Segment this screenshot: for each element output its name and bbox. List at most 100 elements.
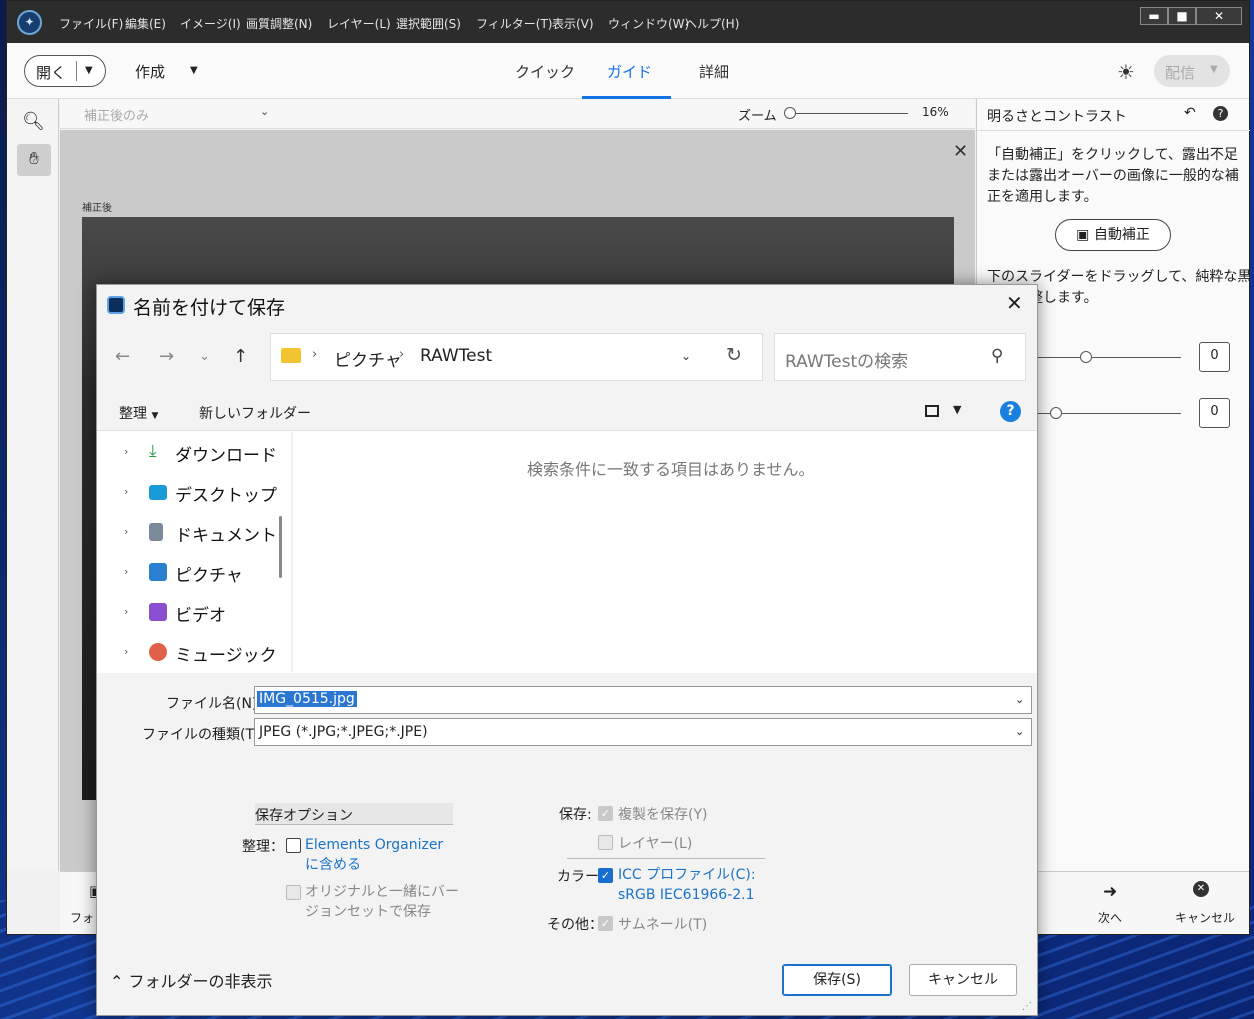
tab-guided[interactable]: ガイド	[607, 61, 652, 82]
search-icon[interactable]: ⚲	[991, 346, 1003, 366]
hand-tool-icon[interactable]: ✋︎	[17, 144, 51, 176]
chevron-right-icon[interactable]: ›	[124, 565, 128, 578]
slider-thumb-1[interactable]	[1080, 351, 1092, 363]
auto-fix-button[interactable]: ▣ 自動補正	[1055, 219, 1171, 251]
close-icon[interactable]: ✕	[953, 141, 968, 162]
nav-item-downloads[interactable]: › ⤓ ダウンロード	[97, 432, 291, 472]
slider-value-1[interactable]: 0	[1199, 342, 1230, 372]
command-bar: 整理 ▼ 新しいフォルダー ▼ ?	[97, 385, 1037, 431]
nav-item-label: ドキュメント	[175, 526, 277, 546]
auto-fix-icon: ▣	[1076, 227, 1094, 243]
menu-select[interactable]: 選択範囲(S)	[396, 15, 461, 32]
thumbnail-checkbox[interactable]: ✓	[598, 916, 613, 931]
menu-enhance[interactable]: 画質調整(N)	[246, 15, 312, 32]
tab-quick[interactable]: クイック	[515, 61, 575, 82]
arrow-right-icon[interactable]: ➜	[1103, 882, 1117, 902]
dialog-title: 名前を付けて保存	[133, 297, 286, 319]
up-arrow-icon[interactable]: ↑	[233, 346, 248, 367]
back-arrow-icon[interactable]: ←	[115, 346, 130, 367]
document-icon	[149, 523, 163, 541]
close-window-button[interactable]: ✕	[1196, 7, 1242, 25]
next-button[interactable]: 次へ	[1098, 909, 1122, 926]
dialog-cancel-button[interactable]: キャンセル	[909, 964, 1017, 996]
chevron-right-icon[interactable]: ›	[124, 645, 128, 658]
nav-scrollbar[interactable]	[279, 516, 282, 578]
resize-grip-icon[interactable]: ⋰	[1022, 1001, 1032, 1012]
zoom-slider-thumb[interactable]	[784, 107, 796, 119]
chevron-right-icon[interactable]: ›	[124, 485, 128, 498]
menu-file[interactable]: ファイル(F)	[59, 15, 123, 32]
video-icon	[149, 603, 167, 621]
chevron-down-icon[interactable]: ▼	[953, 403, 961, 416]
icc-profile-label[interactable]: ICC プロファイル(C): sRGB IEC61966-2.1	[618, 865, 778, 905]
desktop-icon	[149, 485, 167, 500]
share-label: 配信	[1165, 64, 1196, 82]
chevron-down-icon[interactable]: ▼	[85, 65, 93, 76]
cancel-icon[interactable]: ✕	[1193, 881, 1209, 897]
download-icon: ⤓	[149, 441, 157, 461]
cancel-button[interactable]: キャンセル	[1175, 909, 1235, 926]
breadcrumb-rawtest[interactable]: RAWTest	[420, 346, 492, 366]
breadcrumb-pictures[interactable]: ピクチャ	[334, 346, 402, 371]
refresh-icon[interactable]: ↻	[726, 344, 742, 366]
pane-divider[interactable]	[291, 432, 293, 672]
view-layout-icon[interactable]	[925, 405, 939, 417]
chevron-right-icon[interactable]: ›	[124, 605, 128, 618]
nav-item-pictures[interactable]: › ピクチャ	[97, 552, 291, 592]
help-icon[interactable]: ?	[1000, 401, 1021, 422]
organize-button[interactable]: 整理 ▼	[119, 403, 158, 423]
create-menu[interactable]: 作成	[135, 61, 165, 82]
brightness-theme-icon[interactable]: ☀	[1117, 60, 1135, 84]
chevron-down-icon[interactable]: ⌄	[1015, 725, 1024, 738]
chevron-right-icon[interactable]: ›	[124, 445, 128, 458]
path-bar[interactable]: › ピクチャ › RAWTest ⌄ ↻	[270, 333, 763, 381]
chevron-down-icon[interactable]: ⌄	[260, 105, 269, 118]
chevron-down-icon[interactable]: ▼	[190, 65, 198, 76]
menu-image[interactable]: イメージ(I)	[180, 15, 241, 32]
nav-item-videos[interactable]: › ビデオ	[97, 592, 291, 632]
zoom-slider-track[interactable]	[790, 113, 908, 114]
nav-item-music[interactable]: › ミュージック	[97, 632, 291, 672]
forward-arrow-icon[interactable]: →	[159, 346, 174, 367]
menu-layer[interactable]: レイヤー(L)	[327, 15, 391, 32]
nav-item-desktop[interactable]: › デスクトップ	[97, 472, 291, 512]
filetype-select[interactable]: JPEG (*.JPG;*.JPEG;*.JPE) ⌄	[254, 718, 1032, 746]
nav-item-documents[interactable]: › ドキュメント	[97, 512, 291, 552]
save-copy-checkbox[interactable]: ✓	[598, 806, 613, 821]
close-icon[interactable]: ✕	[1006, 291, 1023, 315]
reset-icon[interactable]: ↶	[1184, 105, 1196, 121]
chevron-right-icon[interactable]: ›	[124, 525, 128, 538]
app-logo-icon	[107, 296, 125, 314]
minimize-button[interactable]: ▬	[1140, 7, 1168, 25]
filename-value[interactable]: IMG_0515.jpg	[257, 691, 357, 707]
chevron-down-icon[interactable]: ⌄	[1015, 693, 1024, 706]
open-button[interactable]: 開く ▼	[24, 55, 106, 87]
maximize-button[interactable]: ■	[1168, 7, 1196, 25]
menu-edit[interactable]: 編集(E)	[125, 15, 166, 32]
icc-profile-checkbox[interactable]: ✓	[598, 868, 613, 883]
slider-value-2[interactable]: 0	[1199, 398, 1230, 428]
version-set-checkbox[interactable]	[286, 885, 301, 900]
recent-locations-icon[interactable]: ⌄	[199, 349, 210, 364]
chevron-right-icon[interactable]: ›	[399, 347, 404, 362]
organizer-checkbox[interactable]	[286, 838, 301, 853]
organizer-checkbox-label[interactable]: Elements Organizer に含める	[305, 835, 455, 875]
menu-view[interactable]: 表示(V)	[552, 15, 594, 32]
slider-thumb-2[interactable]	[1050, 407, 1062, 419]
chevron-down-icon[interactable]: ⌄	[681, 349, 691, 363]
hide-folders-toggle[interactable]: ⌃ フォルダーの非表示	[110, 968, 273, 992]
new-folder-button[interactable]: 新しいフォルダー	[199, 403, 311, 423]
view-mode-select[interactable]: 補正後のみ	[84, 105, 149, 124]
menu-help[interactable]: ヘルプ(H)	[685, 15, 739, 32]
zoom-tool-icon[interactable]: 🔍︎	[22, 111, 45, 132]
layers-checkbox[interactable]	[598, 835, 613, 850]
chevron-right-icon[interactable]: ›	[312, 347, 317, 362]
share-button[interactable]: 配信 ▼	[1154, 55, 1230, 87]
tab-expert[interactable]: 詳細	[699, 61, 729, 82]
save-button[interactable]: 保存(S)	[782, 964, 892, 996]
help-icon[interactable]: ?	[1213, 106, 1228, 121]
filename-input[interactable]: IMG_0515.jpg ⌄	[254, 686, 1032, 714]
menu-window[interactable]: ウィンドウ(W)	[608, 15, 689, 32]
search-input[interactable]: RAWTestの検索 ⚲	[774, 333, 1026, 381]
menu-filter[interactable]: フィルター(T)	[476, 15, 552, 32]
